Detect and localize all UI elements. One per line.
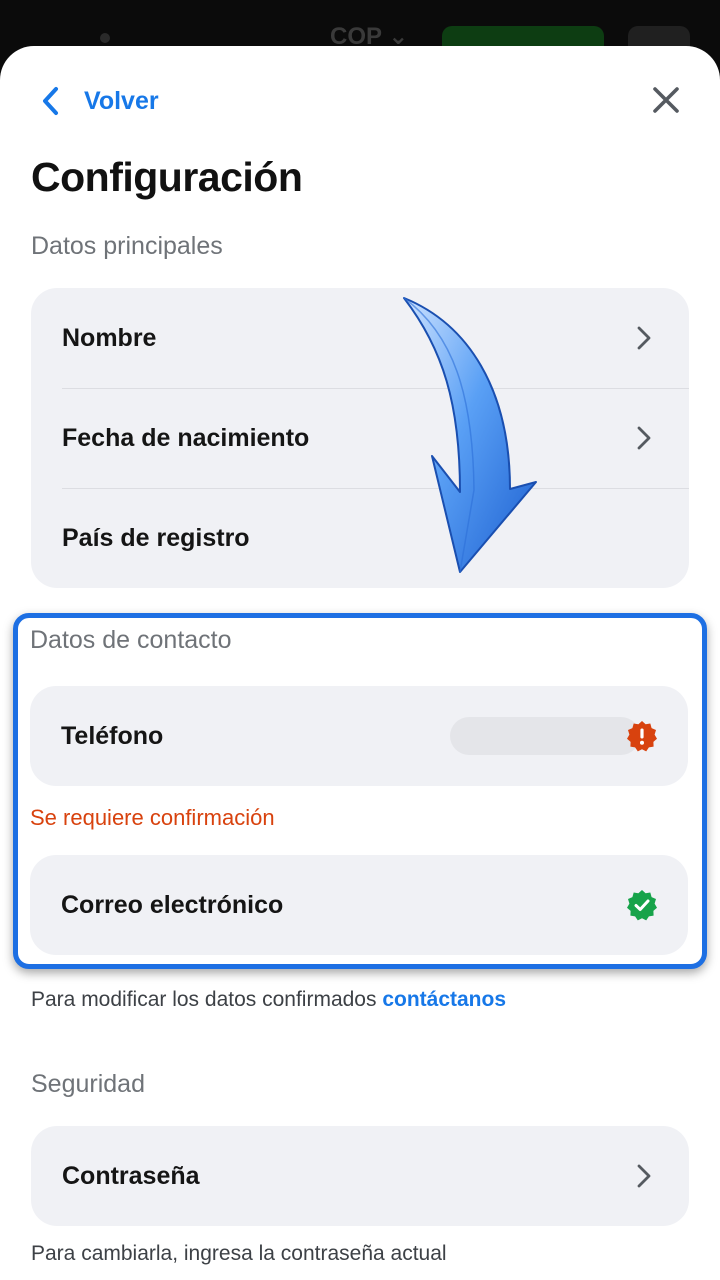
phone-value-masked: [450, 717, 640, 755]
contact-note-text: Para modificar los datos confirmados: [31, 988, 383, 1011]
email-card: Correo electrónico: [30, 855, 688, 955]
contact-us-link[interactable]: contáctanos: [382, 988, 506, 1011]
section-title-security: Seguridad: [31, 1070, 145, 1098]
chevron-right-icon: [637, 326, 651, 350]
row-phone[interactable]: Teléfono: [30, 686, 688, 786]
chevron-left-icon: [43, 87, 58, 115]
row-name[interactable]: Nombre: [31, 288, 689, 388]
row-password[interactable]: Contraseña: [31, 1126, 689, 1226]
security-card: Contraseña: [31, 1126, 689, 1226]
contact-note: Para modificar los datos confirmados con…: [31, 988, 506, 1012]
verified-badge-icon: [627, 890, 657, 921]
chevron-right-icon: [637, 426, 651, 450]
phone-error-text: Se requiere confirmación: [30, 805, 275, 830]
chevron-right-icon: [637, 1164, 651, 1188]
section-title-main: Datos principales: [31, 232, 223, 260]
back-button[interactable]: Volver: [40, 84, 159, 118]
row-label: Contraseña: [62, 1161, 200, 1190]
status-dot: [100, 33, 110, 43]
row-label: País de registro: [62, 523, 250, 552]
close-icon[interactable]: [650, 84, 682, 116]
row-label: Nombre: [62, 323, 157, 352]
back-label: Volver: [84, 86, 159, 115]
row-label: Correo electrónico: [61, 890, 284, 919]
main-data-card: Nombre Fecha de nacimiento País de regis…: [31, 288, 689, 588]
row-email[interactable]: Correo electrónico: [30, 855, 688, 955]
row-label: Teléfono: [61, 721, 164, 750]
security-note: Para cambiarla, ingresa la contraseña ac…: [31, 1242, 447, 1265]
phone-card: Teléfono: [30, 686, 688, 786]
settings-sheet: Volver Configuración Datos principales N…: [0, 46, 720, 1280]
warning-badge-icon: [627, 721, 657, 752]
contact-highlight: Datos de contacto Teléfono Se requiere c…: [13, 613, 707, 969]
page-title: Configuración: [31, 154, 303, 200]
row-label: Fecha de nacimiento: [62, 423, 310, 452]
section-title-contact: Datos de contacto: [30, 626, 232, 654]
row-country: País de registro: [31, 488, 689, 588]
row-birthdate[interactable]: Fecha de nacimiento: [31, 388, 689, 488]
